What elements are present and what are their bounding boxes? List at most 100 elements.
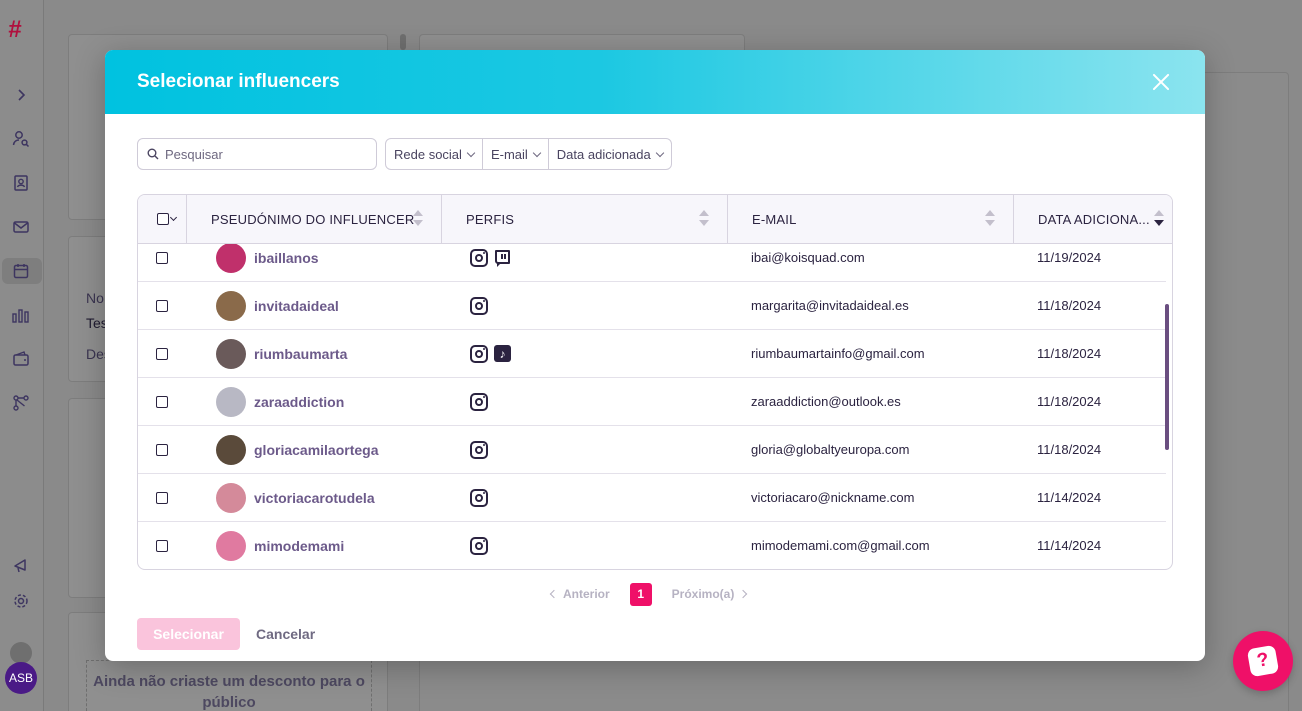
instagram-icon[interactable] (470, 488, 488, 507)
instagram-icon[interactable] (470, 248, 488, 267)
chevron-down-icon (466, 148, 476, 157)
row-checkbox[interactable] (156, 395, 168, 408)
pagination-next-label: Próximo(a) (671, 587, 735, 601)
filter-social-network[interactable]: Rede social (386, 139, 483, 169)
chevron-right-icon[interactable] (10, 84, 32, 106)
influencer-name[interactable]: zaraaddiction (254, 394, 344, 410)
user-search-icon[interactable] (10, 128, 32, 150)
table-row[interactable]: mimodemami mimodemami.com@gmail.com 11/14/… (138, 522, 1166, 569)
chevron-down-icon (655, 148, 664, 157)
modal-header: Selecionar influencers (105, 50, 1205, 114)
column-label: PERFIS (466, 211, 515, 227)
row-checkbox-cell (138, 539, 186, 552)
hash-logo-icon[interactable]: # (8, 16, 21, 44)
influencer-name[interactable]: gloriacamilaortega (254, 442, 379, 458)
row-checkbox[interactable] (156, 491, 168, 504)
help-chat-icon: ? (1246, 644, 1280, 678)
avatar (216, 338, 246, 369)
email-cell: zaraaddiction@outlook.es (751, 394, 901, 409)
sort-icon[interactable] (985, 210, 995, 228)
email-cell: riumbaumartainfo@gmail.com (751, 346, 925, 361)
bar-chart-icon[interactable] (10, 304, 32, 326)
sort-icon[interactable] (699, 210, 709, 228)
cancel-button[interactable]: Cancelar (256, 626, 315, 642)
column-label: DATA ADICIONA... (1038, 211, 1150, 227)
filter-email[interactable]: E-mail (483, 139, 549, 169)
profiles-cell (441, 440, 727, 459)
column-header-date[interactable]: DATA ADICIONA... (1014, 195, 1172, 243)
search-input[interactable] (165, 146, 365, 162)
instagram-icon[interactable] (470, 392, 488, 411)
column-header-profiles[interactable]: PERFIS (442, 195, 728, 243)
table-row[interactable]: riumbaumarta ♪ riumbaumartainfo@gmail.com 1… (138, 330, 1166, 378)
influencer-name[interactable]: mimodemami (254, 538, 344, 554)
tiktok-icon[interactable]: ♪ (494, 345, 511, 362)
column-label: PSEUDÓNIMO DO INFLUENCER (211, 211, 415, 227)
twitch-icon[interactable] (494, 249, 512, 267)
filter-date-added[interactable]: Data adicionada (549, 139, 671, 169)
pagination-prev[interactable]: Anterior (549, 587, 610, 601)
row-checkbox-cell (138, 299, 186, 312)
table-row[interactable]: invitadaideal margarita@invitadaideal.es 1… (138, 282, 1166, 330)
table-row[interactable]: gloriacamilaortega gloria@globaltyeuropa.… (138, 426, 1166, 474)
influencer-name[interactable]: riumbaumarta (254, 346, 347, 362)
instagram-icon[interactable] (470, 296, 488, 315)
instagram-icon[interactable] (470, 440, 488, 459)
calendar-icon[interactable] (10, 260, 32, 282)
help-chat-button[interactable]: ? (1233, 631, 1293, 691)
select-button[interactable]: Selecionar (137, 618, 240, 650)
search-box[interactable] (137, 138, 377, 170)
chevron-down-icon[interactable] (169, 213, 178, 222)
pagination-next[interactable]: Próximo(a) (671, 587, 748, 601)
profiles-cell (441, 248, 727, 267)
table-scrollbar[interactable] (1165, 304, 1169, 450)
sort-icon[interactable] (413, 210, 423, 228)
header-select-all (138, 195, 187, 243)
profiles-cell (441, 392, 727, 411)
row-checkbox-cell (138, 251, 186, 264)
app-sidebar: # ASB (0, 0, 44, 711)
column-header-email[interactable]: E-MAIL (728, 195, 1014, 243)
instagram-icon[interactable] (470, 536, 488, 555)
instagram-icon[interactable] (470, 344, 488, 363)
row-checkbox[interactable] (156, 347, 168, 360)
profiles-cell (441, 488, 727, 507)
close-icon[interactable] (1151, 72, 1171, 92)
row-checkbox[interactable] (156, 299, 168, 312)
row-checkbox[interactable] (156, 251, 168, 264)
filter-label: E-mail (490, 146, 528, 162)
share-nodes-icon[interactable] (10, 392, 32, 414)
user-avatar[interactable]: ASB (5, 662, 37, 694)
column-header-pseudonym[interactable]: PSEUDÓNIMO DO INFLUENCER (187, 195, 442, 243)
wallet-icon[interactable] (10, 348, 32, 370)
influencer-name[interactable]: victoriacarotudela (254, 490, 375, 506)
mail-icon[interactable] (10, 216, 32, 238)
select-all-checkbox[interactable] (157, 213, 178, 225)
chevron-left-icon (549, 589, 559, 599)
sort-desc-icon[interactable] (1154, 210, 1164, 228)
table-row[interactable]: zaraaddiction zaraaddiction@outlook.es 11/… (138, 378, 1166, 426)
row-checkbox-cell (138, 395, 186, 408)
influencer-name[interactable]: invitadaideal (254, 298, 339, 314)
influencer-name[interactable]: ibaillanos (254, 250, 319, 266)
checkbox[interactable] (157, 213, 169, 225)
influencers-table: PSEUDÓNIMO DO INFLUENCER PERFIS E-MAIL D… (137, 194, 1173, 570)
date-cell: 11/14/2024 (1037, 490, 1102, 505)
influencer-cell: zaraaddiction (186, 386, 441, 417)
megaphone-icon[interactable] (10, 554, 32, 576)
date-cell: 11/18/2024 (1037, 394, 1102, 409)
table-header: PSEUDÓNIMO DO INFLUENCER PERFIS E-MAIL D… (138, 195, 1172, 244)
filter-label: Data adicionada (556, 146, 651, 162)
pagination-current-page[interactable]: 1 (629, 582, 652, 606)
select-influencers-modal: Selecionar influencers Rede social E-mai… (105, 50, 1205, 661)
gear-icon[interactable] (10, 590, 32, 612)
contact-card-icon[interactable] (10, 172, 32, 194)
email-cell: margarita@invitadaideal.es (751, 298, 909, 313)
row-checkbox[interactable] (156, 539, 168, 552)
table-row[interactable]: ibaillanos ibai@koisquad.com 11/19/2024 (138, 244, 1166, 282)
row-checkbox[interactable] (156, 443, 168, 456)
table-row[interactable]: victoriacarotudela victoriacaro@nickname.… (138, 474, 1166, 522)
email-cell: gloria@globaltyeuropa.com (751, 442, 910, 457)
influencer-cell: victoriacarotudela (186, 482, 441, 513)
avatar (216, 530, 246, 561)
